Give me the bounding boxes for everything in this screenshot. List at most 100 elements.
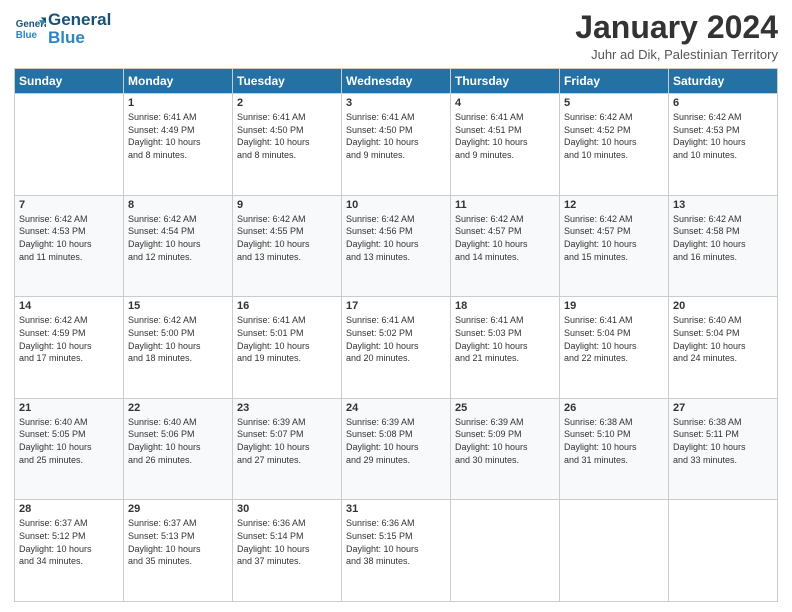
calendar-cell: 4 Sunrise: 6:41 AM Sunset: 4:51 PM Daylig… <box>451 94 560 196</box>
calendar-cell <box>15 94 124 196</box>
day-info: Sunrise: 6:42 AM Sunset: 4:58 PM Dayligh… <box>673 213 773 263</box>
day-info: Sunrise: 6:42 AM Sunset: 4:56 PM Dayligh… <box>346 213 446 263</box>
calendar-page: General Blue General Blue January 2024 J… <box>0 0 792 612</box>
day-info: Sunrise: 6:42 AM Sunset: 4:54 PM Dayligh… <box>128 213 228 263</box>
day-number: 10 <box>346 199 446 211</box>
calendar-cell: 30 Sunrise: 6:36 AM Sunset: 5:14 PM Dayli… <box>233 500 342 602</box>
column-header-monday: Monday <box>124 69 233 94</box>
day-info: Sunrise: 6:41 AM Sunset: 4:51 PM Dayligh… <box>455 111 555 161</box>
calendar-cell: 25 Sunrise: 6:39 AM Sunset: 5:09 PM Dayli… <box>451 398 560 500</box>
day-info: Sunrise: 6:39 AM Sunset: 5:09 PM Dayligh… <box>455 416 555 466</box>
day-info: Sunrise: 6:42 AM Sunset: 4:53 PM Dayligh… <box>19 213 119 263</box>
calendar-cell: 29 Sunrise: 6:37 AM Sunset: 5:13 PM Dayli… <box>124 500 233 602</box>
day-number: 15 <box>128 300 228 312</box>
calendar-cell: 9 Sunrise: 6:42 AM Sunset: 4:55 PM Daylig… <box>233 195 342 297</box>
day-number: 9 <box>237 199 337 211</box>
calendar-cell: 13Sunrise: 6:42 AM Sunset: 4:58 PM Dayli… <box>669 195 778 297</box>
day-info: Sunrise: 6:42 AM Sunset: 4:59 PM Dayligh… <box>19 314 119 364</box>
calendar-cell <box>560 500 669 602</box>
calendar-cell: 22Sunrise: 6:40 AM Sunset: 5:06 PM Dayli… <box>124 398 233 500</box>
day-number: 30 <box>237 503 337 515</box>
day-info: Sunrise: 6:39 AM Sunset: 5:08 PM Dayligh… <box>346 416 446 466</box>
calendar-cell: 15 Sunrise: 6:42 AM Sunset: 5:00 PM Dayli… <box>124 297 233 399</box>
column-header-sunday: Sunday <box>15 69 124 94</box>
calendar-week-row: 7Sunrise: 6:42 AM Sunset: 4:53 PM Daylig… <box>15 195 778 297</box>
calendar-cell: 24Sunrise: 6:39 AM Sunset: 5:08 PM Dayli… <box>342 398 451 500</box>
day-info: Sunrise: 6:40 AM Sunset: 5:05 PM Dayligh… <box>19 416 119 466</box>
logo: General Blue General Blue <box>14 10 111 47</box>
calendar-cell: 28 Sunrise: 6:37 AM Sunset: 5:12 PM Dayli… <box>15 500 124 602</box>
day-number: 27 <box>673 402 773 414</box>
calendar-cell: 2 Sunrise: 6:41 AM Sunset: 4:50 PM Daylig… <box>233 94 342 196</box>
day-info: Sunrise: 6:42 AM Sunset: 4:53 PM Dayligh… <box>673 111 773 161</box>
calendar-cell: 19Sunrise: 6:41 AM Sunset: 5:04 PM Dayli… <box>560 297 669 399</box>
day-number: 2 <box>237 97 337 109</box>
day-info: Sunrise: 6:41 AM Sunset: 4:50 PM Dayligh… <box>346 111 446 161</box>
column-header-friday: Friday <box>560 69 669 94</box>
day-info: Sunrise: 6:41 AM Sunset: 5:02 PM Dayligh… <box>346 314 446 364</box>
calendar-table: SundayMondayTuesdayWednesdayThursdayFrid… <box>14 68 778 602</box>
day-number: 23 <box>237 402 337 414</box>
calendar-cell <box>669 500 778 602</box>
day-info: Sunrise: 6:41 AM Sunset: 4:50 PM Dayligh… <box>237 111 337 161</box>
column-header-thursday: Thursday <box>451 69 560 94</box>
day-info: Sunrise: 6:41 AM Sunset: 5:03 PM Dayligh… <box>455 314 555 364</box>
calendar-cell: 12 Sunrise: 6:42 AM Sunset: 4:57 PM Dayli… <box>560 195 669 297</box>
calendar-cell: 16 Sunrise: 6:41 AM Sunset: 5:01 PM Dayli… <box>233 297 342 399</box>
day-info: Sunrise: 6:37 AM Sunset: 5:13 PM Dayligh… <box>128 517 228 567</box>
day-info: Sunrise: 6:42 AM Sunset: 5:00 PM Dayligh… <box>128 314 228 364</box>
calendar-cell: 17Sunrise: 6:41 AM Sunset: 5:02 PM Dayli… <box>342 297 451 399</box>
day-number: 16 <box>237 300 337 312</box>
day-number: 29 <box>128 503 228 515</box>
day-number: 18 <box>455 300 555 312</box>
day-number: 19 <box>564 300 664 312</box>
calendar-week-row: 1Sunrise: 6:41 AM Sunset: 4:49 PM Daylig… <box>15 94 778 196</box>
day-number: 31 <box>346 503 446 515</box>
column-header-tuesday: Tuesday <box>233 69 342 94</box>
day-info: Sunrise: 6:37 AM Sunset: 5:12 PM Dayligh… <box>19 517 119 567</box>
day-number: 4 <box>455 97 555 109</box>
day-info: Sunrise: 6:38 AM Sunset: 5:10 PM Dayligh… <box>564 416 664 466</box>
day-info: Sunrise: 6:42 AM Sunset: 4:55 PM Dayligh… <box>237 213 337 263</box>
day-info: Sunrise: 6:41 AM Sunset: 5:01 PM Dayligh… <box>237 314 337 364</box>
day-number: 5 <box>564 97 664 109</box>
calendar-cell: 21Sunrise: 6:40 AM Sunset: 5:05 PM Dayli… <box>15 398 124 500</box>
calendar-cell: 11Sunrise: 6:42 AM Sunset: 4:57 PM Dayli… <box>451 195 560 297</box>
day-number: 3 <box>346 97 446 109</box>
calendar-cell: 6Sunrise: 6:42 AM Sunset: 4:53 PM Daylig… <box>669 94 778 196</box>
calendar-week-row: 21Sunrise: 6:40 AM Sunset: 5:05 PM Dayli… <box>15 398 778 500</box>
day-info: Sunrise: 6:36 AM Sunset: 5:15 PM Dayligh… <box>346 517 446 567</box>
logo-blue: Blue <box>48 28 111 48</box>
calendar-cell: 20Sunrise: 6:40 AM Sunset: 5:04 PM Dayli… <box>669 297 778 399</box>
calendar-cell: 5 Sunrise: 6:42 AM Sunset: 4:52 PM Daylig… <box>560 94 669 196</box>
logo-icon: General Blue <box>14 13 46 45</box>
calendar-week-row: 14 Sunrise: 6:42 AM Sunset: 4:59 PM Dayli… <box>15 297 778 399</box>
day-info: Sunrise: 6:39 AM Sunset: 5:07 PM Dayligh… <box>237 416 337 466</box>
calendar-cell: 26 Sunrise: 6:38 AM Sunset: 5:10 PM Dayli… <box>560 398 669 500</box>
day-number: 26 <box>564 402 664 414</box>
month-title: January 2024 <box>575 10 778 45</box>
calendar-cell <box>451 500 560 602</box>
day-info: Sunrise: 6:42 AM Sunset: 4:52 PM Dayligh… <box>564 111 664 161</box>
day-number: 14 <box>19 300 119 312</box>
day-info: Sunrise: 6:38 AM Sunset: 5:11 PM Dayligh… <box>673 416 773 466</box>
day-number: 12 <box>564 199 664 211</box>
calendar-cell: 1Sunrise: 6:41 AM Sunset: 4:49 PM Daylig… <box>124 94 233 196</box>
calendar-cell: 27 Sunrise: 6:38 AM Sunset: 5:11 PM Dayli… <box>669 398 778 500</box>
column-header-saturday: Saturday <box>669 69 778 94</box>
day-info: Sunrise: 6:42 AM Sunset: 4:57 PM Dayligh… <box>564 213 664 263</box>
calendar-cell: 8 Sunrise: 6:42 AM Sunset: 4:54 PM Daylig… <box>124 195 233 297</box>
calendar-cell: 3 Sunrise: 6:41 AM Sunset: 4:50 PM Daylig… <box>342 94 451 196</box>
location-subtitle: Juhr ad Dik, Palestinian Territory <box>575 47 778 62</box>
day-number: 8 <box>128 199 228 211</box>
calendar-cell: 18 Sunrise: 6:41 AM Sunset: 5:03 PM Dayli… <box>451 297 560 399</box>
page-header: General Blue General Blue January 2024 J… <box>14 10 778 62</box>
day-number: 28 <box>19 503 119 515</box>
calendar-week-row: 28 Sunrise: 6:37 AM Sunset: 5:12 PM Dayli… <box>15 500 778 602</box>
day-number: 1 <box>128 97 228 109</box>
day-info: Sunrise: 6:36 AM Sunset: 5:14 PM Dayligh… <box>237 517 337 567</box>
calendar-header-row: SundayMondayTuesdayWednesdayThursdayFrid… <box>15 69 778 94</box>
day-info: Sunrise: 6:42 AM Sunset: 4:57 PM Dayligh… <box>455 213 555 263</box>
day-number: 25 <box>455 402 555 414</box>
day-info: Sunrise: 6:40 AM Sunset: 5:06 PM Dayligh… <box>128 416 228 466</box>
